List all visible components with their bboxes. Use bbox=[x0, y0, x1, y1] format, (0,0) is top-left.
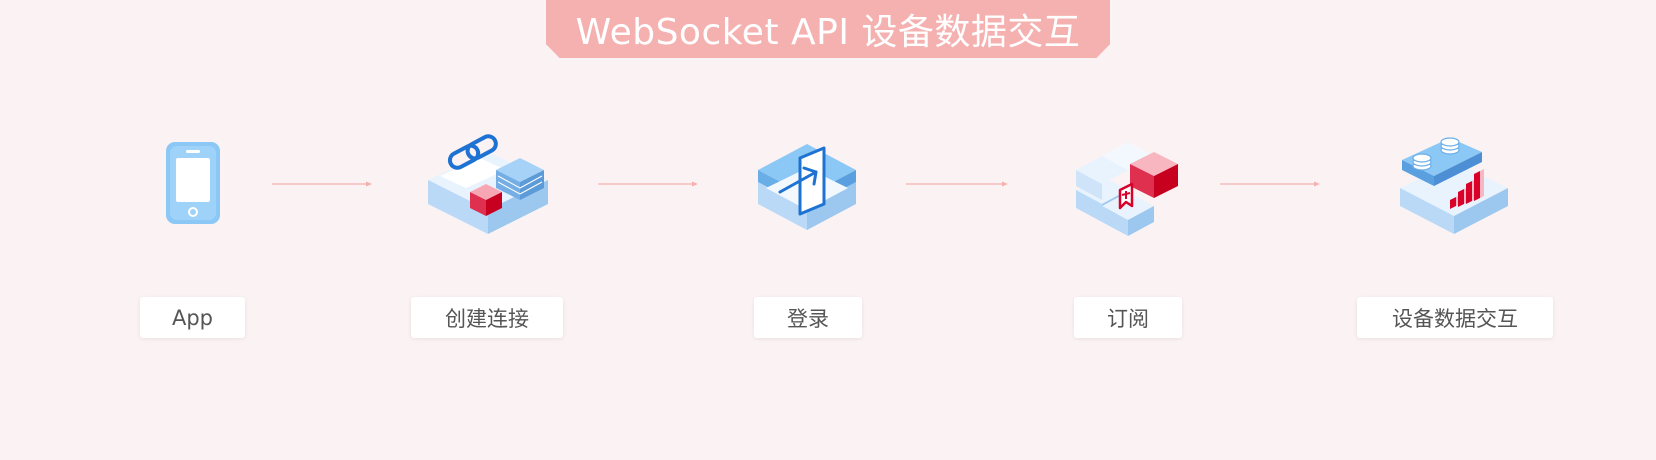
phone-icon bbox=[160, 130, 226, 250]
flow-arrow bbox=[598, 181, 698, 187]
link-blocks-icon bbox=[426, 130, 550, 250]
step-label-device-data-interaction: 设备数据交互 bbox=[1357, 297, 1553, 338]
step-label-create-connection: 创建连接 bbox=[411, 297, 563, 338]
page-title: WebSocket API 设备数据交互 bbox=[546, 0, 1110, 58]
flow-arrow bbox=[272, 181, 372, 187]
login-arrow-icon bbox=[756, 130, 858, 250]
step-label-subscribe: 订阅 bbox=[1074, 297, 1182, 338]
bookmark-blocks-icon bbox=[1074, 130, 1182, 250]
flow-arrow bbox=[906, 181, 1008, 187]
flow-arrow bbox=[1220, 181, 1320, 187]
data-chart-icon bbox=[1398, 130, 1510, 250]
step-label-login: 登录 bbox=[754, 297, 862, 338]
step-label-app: App bbox=[140, 297, 245, 338]
